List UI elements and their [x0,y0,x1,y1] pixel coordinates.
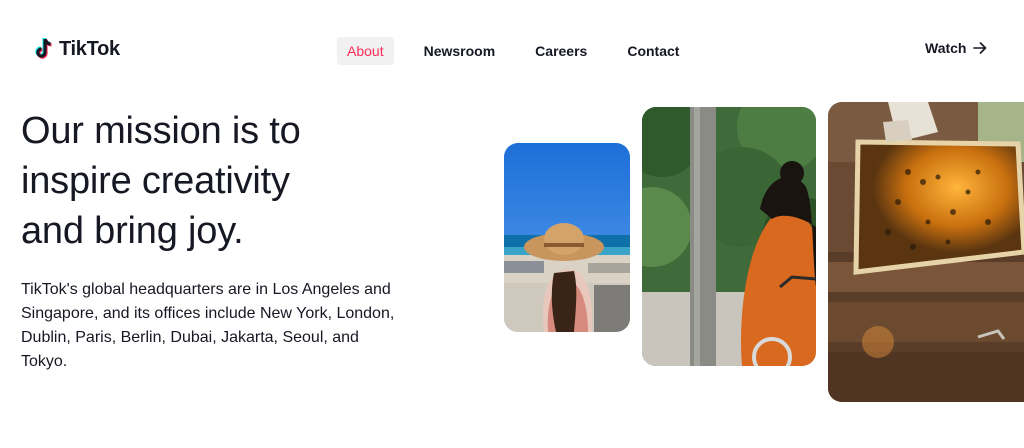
nav-about[interactable]: About [337,36,394,65]
watch-link[interactable]: Watch [925,40,987,56]
nav-careers[interactable]: Careers [525,37,597,65]
beach-hat-image [504,143,630,332]
nav-newsroom[interactable]: Newsroom [414,37,506,65]
photo-beach-hat [504,143,630,332]
photo-cycling [642,107,816,366]
photo-beekeeper [828,102,1024,402]
cycling-image [642,107,816,366]
headline-line: inspire creativity [21,160,290,202]
main-nav: About Newsroom Careers Contact [337,36,689,65]
hero-description: TikTok's global headquarters are in Los … [21,281,395,370]
logo-wordmark: TikTok [59,37,120,60]
watch-label: Watch [925,40,967,56]
tiktok-logo[interactable]: TikTok [34,37,120,61]
about-page: TikTok About Newsroom Careers Contact Wa… [0,0,1024,448]
hero-headline: Our mission is to inspire creativity and… [21,106,441,256]
arrow-right-icon [973,42,987,54]
nav-contact[interactable]: Contact [617,37,689,65]
headline-line: and bring joy. [21,210,244,252]
headline-line: Our mission is to [21,110,301,152]
tiktok-note-icon [35,37,52,59]
page-edge [1017,0,1024,30]
beekeeper-image [828,102,1024,402]
